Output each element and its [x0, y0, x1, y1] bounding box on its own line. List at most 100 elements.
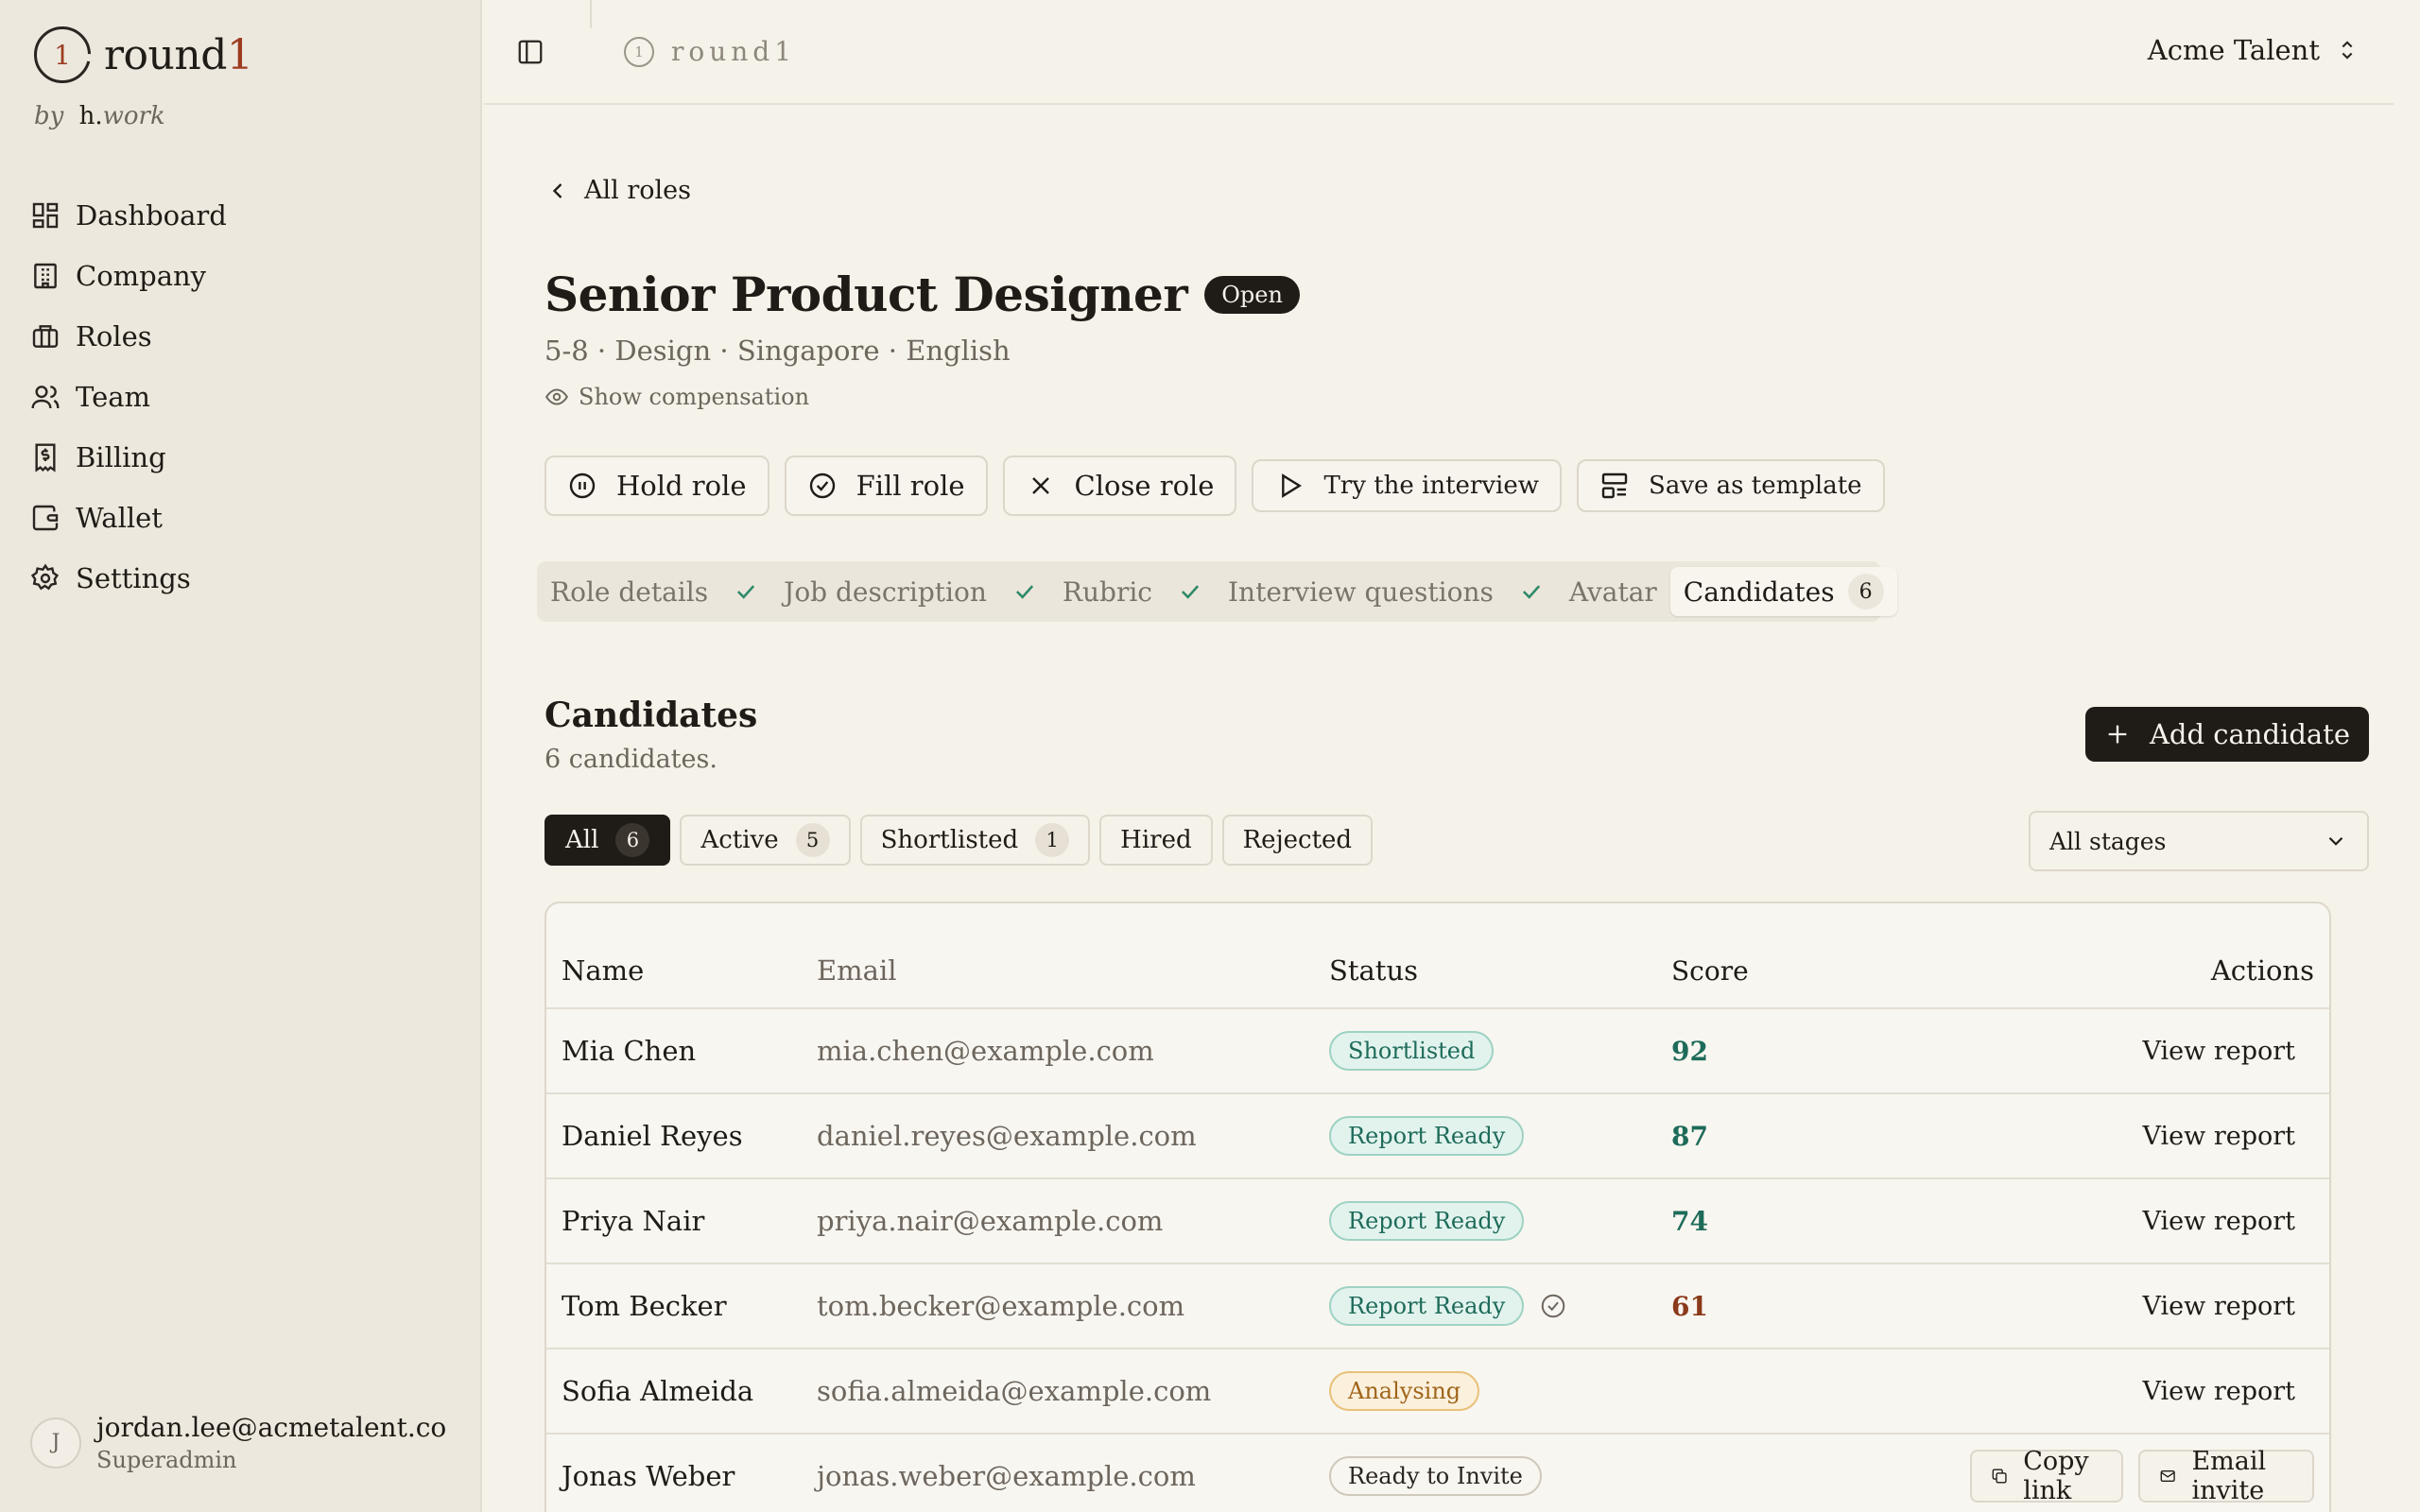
- user-info: jordan.lee@acmetalent.co Superadmin: [96, 1412, 446, 1473]
- candidate-email: daniel.reyes@example.com: [817, 1120, 1197, 1152]
- filter-count: 6: [615, 823, 650, 857]
- button-label: Close role: [1074, 470, 1215, 502]
- tab-rubric[interactable]: Rubric: [1063, 576, 1203, 608]
- logo-mark: 1: [34, 26, 93, 83]
- table-row[interactable]: Daniel Reyes daniel.reyes@example.com Re…: [546, 1094, 2329, 1179]
- status-badge: Report Ready: [1329, 1201, 1525, 1241]
- check-icon: [737, 585, 755, 599]
- role-actions: Hold role Fill role Close role Try the i…: [544, 455, 1900, 516]
- logo[interactable]: 1 round1: [34, 26, 253, 83]
- role-header: Senior Product Designer Open: [544, 266, 1300, 322]
- filter-active[interactable]: Active 5: [680, 815, 851, 866]
- candidate-name: Sofia Almeida: [562, 1375, 754, 1407]
- view-report-link[interactable]: View report: [2142, 1207, 2314, 1236]
- plus-icon: [2108, 725, 2127, 744]
- tab-role-details[interactable]: Role details: [550, 576, 759, 608]
- sidebar-item-company[interactable]: Company: [30, 246, 446, 306]
- copy-link-button[interactable]: Copy link: [1970, 1447, 2124, 1505]
- gear-icon: [30, 563, 60, 591]
- candidate-email: tom.becker@example.com: [817, 1290, 1185, 1322]
- actions-cell: Copy link Email invite: [1955, 1447, 2329, 1505]
- dashboard-icon: [32, 202, 59, 229]
- filter-label: All: [565, 826, 599, 854]
- actions-cell: View report: [1955, 1207, 2329, 1236]
- button-label: Hold role: [616, 470, 747, 502]
- tab-candidates[interactable]: Candidates 6: [1669, 567, 1897, 616]
- sidebar-item-roles[interactable]: Roles: [30, 306, 446, 367]
- candidate-name: Daniel Reyes: [562, 1120, 743, 1152]
- sidebar-item-wallet[interactable]: Wallet: [30, 488, 446, 548]
- actions-cell: View report: [1955, 1377, 2329, 1406]
- button-label: Fill role: [856, 470, 965, 502]
- tab-interview-questions[interactable]: Interview questions: [1228, 576, 1545, 608]
- filter-all[interactable]: All 6: [544, 815, 671, 866]
- tab-label: Avatar: [1568, 576, 1657, 608]
- user-role: Superadmin: [96, 1447, 237, 1473]
- status-badge: Open: [1204, 275, 1300, 314]
- page-title: Senior Product Designer: [544, 266, 1188, 322]
- filter-hired[interactable]: Hired: [1099, 815, 1213, 866]
- candidate-filters: All 6 Active 5 Shortlisted 1 Hired Rejec…: [544, 815, 1382, 866]
- email-invite-button[interactable]: Email invite: [2138, 1447, 2314, 1505]
- button-label: Add candidate: [2149, 718, 2350, 750]
- view-report-link[interactable]: View report: [2142, 1292, 2314, 1321]
- candidate-email: mia.chen@example.com: [817, 1035, 1154, 1067]
- section-title: Candidates: [544, 696, 758, 735]
- sidebar-toggle-icon[interactable]: [516, 38, 544, 66]
- user-account[interactable]: J jordan.lee@acmetalent.co Superadmin: [30, 1412, 446, 1473]
- filter-shortlisted[interactable]: Shortlisted 1: [859, 815, 1091, 866]
- sidebar-item-billing[interactable]: Billing: [30, 427, 446, 488]
- app-mark: 1: [624, 36, 654, 67]
- view-report-link[interactable]: View report: [2142, 1122, 2314, 1151]
- sidebar-item-settings[interactable]: Settings: [30, 548, 446, 609]
- stage-select[interactable]: All stages: [2029, 811, 2369, 871]
- column-header-name[interactable]: Name: [546, 954, 817, 987]
- column-header-status[interactable]: Status: [1329, 954, 1671, 987]
- view-report-link[interactable]: View report: [2142, 1037, 2314, 1066]
- column-header-actions: Actions: [2210, 954, 2314, 987]
- table-header: Name Email Status Score Actions: [546, 903, 2329, 1009]
- maker-name: h.: [78, 102, 103, 130]
- sidebar-item-label: Settings: [76, 562, 191, 594]
- button-label: Email invite: [2191, 1447, 2267, 1505]
- tab-job-description[interactable]: Job description: [784, 576, 1038, 608]
- hold-role-button[interactable]: Hold role: [544, 455, 769, 516]
- candidate-score: 92: [1671, 1035, 1708, 1067]
- column-header-score[interactable]: Score: [1671, 955, 1955, 987]
- table-row[interactable]: Mia Chen mia.chen@example.com Shortliste…: [546, 1009, 2329, 1094]
- filter-rejected[interactable]: Rejected: [1221, 815, 1374, 866]
- sidebar-item-label: Team: [76, 381, 151, 413]
- table-row[interactable]: Jonas Weber jonas.weber@example.com Read…: [546, 1435, 2329, 1512]
- breadcrumb[interactable]: 1 round1: [624, 36, 796, 67]
- sidebar-item-label: Company: [76, 260, 207, 292]
- close-icon: [1031, 477, 1049, 494]
- role-steps-tabs: Role details Job description Rubric Inte…: [537, 561, 1897, 622]
- close-role-button[interactable]: Close role: [1002, 455, 1237, 516]
- table-row[interactable]: Sofia Almeida sofia.almeida@example.com …: [546, 1349, 2329, 1435]
- sidebar-item-dashboard[interactable]: Dashboard: [30, 185, 446, 246]
- sidebar-item-label: Wallet: [76, 502, 163, 534]
- column-header-email[interactable]: Email: [817, 954, 1329, 987]
- back-label: All roles: [584, 176, 691, 205]
- back-link[interactable]: All roles: [544, 176, 691, 205]
- table-row[interactable]: Priya Nair priya.nair@example.com Report…: [546, 1179, 2329, 1264]
- view-report-link[interactable]: View report: [2142, 1377, 2314, 1406]
- save-template-button[interactable]: Save as template: [1577, 459, 1885, 512]
- tab-label: Rubric: [1062, 576, 1152, 608]
- show-compensation-toggle[interactable]: Show compensation: [544, 384, 809, 410]
- try-interview-button[interactable]: Try the interview: [1252, 459, 1563, 512]
- check-icon: [1015, 585, 1034, 599]
- eye-icon: [545, 388, 568, 405]
- candidate-email: jonas.weber@example.com: [817, 1460, 1196, 1492]
- stage-select-value: All stages: [2049, 827, 2167, 855]
- logo-name: round: [104, 30, 227, 79]
- fill-role-button[interactable]: Fill role: [784, 455, 988, 516]
- candidate-score: 87: [1671, 1120, 1708, 1152]
- workspace-switcher[interactable]: Acme Talent: [2148, 34, 2358, 66]
- add-candidate-button[interactable]: Add candidate: [2084, 707, 2369, 762]
- sidebar-item-team[interactable]: Team: [30, 367, 446, 427]
- users-icon: [31, 386, 60, 409]
- maker-suffix: work: [102, 102, 165, 130]
- tab-avatar[interactable]: Avatar: [1569, 576, 1657, 608]
- table-row[interactable]: Tom Becker tom.becker@example.com Report…: [546, 1264, 2329, 1349]
